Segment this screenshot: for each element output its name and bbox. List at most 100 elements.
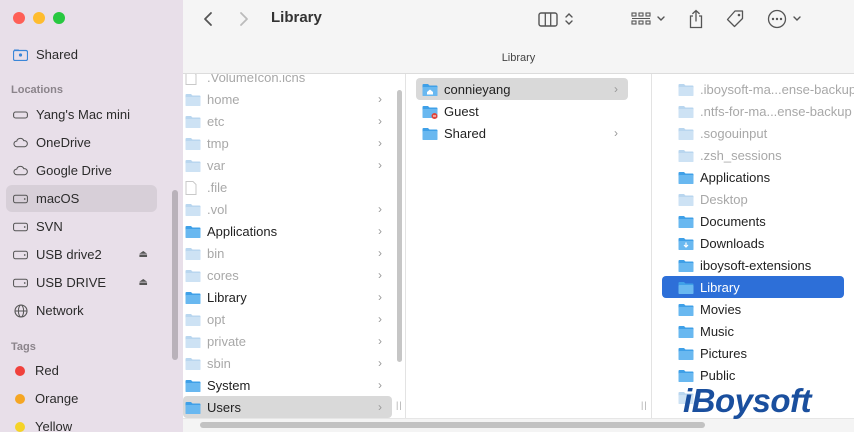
- sidebar-scrollbar[interactable]: [172, 190, 178, 360]
- sidebar-tag-orange[interactable]: Orange: [6, 385, 157, 412]
- sidebar-tag-yellow[interactable]: Yellow: [6, 413, 157, 432]
- file-icon: [185, 74, 201, 85]
- item-label: sbin: [207, 355, 231, 371]
- window-title: Library: [271, 9, 322, 26]
- chevron-right-icon: ›: [378, 312, 382, 326]
- list-item[interactable]: cores ›: [183, 264, 392, 286]
- list-item[interactable]: .file: [183, 176, 392, 198]
- folder-icon: [185, 401, 201, 414]
- back-button[interactable]: [203, 6, 213, 32]
- sidebar-item-google-drive[interactable]: Google Drive: [6, 157, 157, 184]
- list-item[interactable]: bin ›: [183, 242, 392, 264]
- item-label: var: [207, 157, 226, 173]
- list-item[interactable]: Music: [662, 320, 844, 342]
- folder-icon: [185, 137, 201, 150]
- list-item[interactable]: .vol ›: [183, 198, 392, 220]
- sidebar-item-yangs-mac-mini[interactable]: Yang's Mac mini: [6, 101, 157, 128]
- cloud-icon: [13, 135, 28, 150]
- list-item[interactable]: Library: [662, 276, 844, 298]
- sidebar-tag-red[interactable]: Red: [6, 357, 157, 384]
- list-item[interactable]: Shared ›: [416, 122, 628, 144]
- minimize-window-button[interactable]: [33, 12, 45, 24]
- list-item[interactable]: Applications ›: [183, 220, 392, 242]
- list-item[interactable]: private ›: [183, 330, 392, 352]
- locations-header: Locations: [11, 84, 63, 96]
- disk-icon: [13, 275, 28, 290]
- list-item[interactable]: System ›: [183, 374, 392, 396]
- chevron-right-icon: ›: [614, 82, 618, 96]
- list-item[interactable]: sbin ›: [183, 352, 392, 374]
- folder-icon: [185, 203, 201, 216]
- sidebar-item-onedrive[interactable]: OneDrive: [6, 129, 157, 156]
- sidebar-item-label: SVN: [36, 219, 63, 234]
- folder-icon: [185, 335, 201, 348]
- list-item[interactable]: .iboysoft-ma...ense-backup: [662, 78, 854, 100]
- share-button[interactable]: [688, 6, 704, 32]
- item-label: Users: [207, 399, 241, 415]
- list-item[interactable]: connieyang ›: [416, 78, 628, 100]
- horizontal-scrollbar[interactable]: [200, 422, 705, 428]
- sidebar-item-shared[interactable]: Shared: [6, 41, 157, 68]
- list-item[interactable]: Documents: [662, 210, 844, 232]
- list-item[interactable]: Downloads: [662, 232, 844, 254]
- list-item[interactable]: Guest: [416, 100, 628, 122]
- list-item[interactable]: .zsh_sessions: [662, 144, 844, 166]
- cloud-icon: [13, 163, 28, 178]
- sidebar-item-network[interactable]: Network: [6, 297, 157, 324]
- item-label: Documents: [700, 213, 766, 229]
- list-item[interactable]: .ntfs-for-ma...ense-backup: [662, 100, 852, 122]
- list-item[interactable]: var ›: [183, 154, 392, 176]
- list-item[interactable]: .VolumeIcon.icns: [183, 74, 392, 88]
- list-item[interactable]: iboysoft-extensions: [662, 254, 844, 276]
- item-label: Applications: [700, 169, 771, 185]
- sidebar-item-usb-drive[interactable]: USB DRIVE ⏏: [6, 269, 157, 296]
- list-item[interactable]: tmp ›: [183, 132, 392, 154]
- list-item[interactable]: Users ›: [183, 396, 392, 418]
- more-actions-button[interactable]: [767, 6, 802, 32]
- file-icon: [185, 180, 201, 195]
- group-button[interactable]: [631, 6, 666, 32]
- folder-icon: [678, 83, 694, 96]
- sidebar-item-label: Yellow: [35, 419, 73, 432]
- eject-icon[interactable]: ⏏: [139, 249, 148, 260]
- item-label: opt: [207, 311, 226, 327]
- list-item[interactable]: etc ›: [183, 110, 392, 132]
- folder-icon: [185, 115, 201, 128]
- list-item[interactable]: Applications: [662, 166, 844, 188]
- sidebar-item-macos[interactable]: macOS: [6, 185, 157, 212]
- sidebar-item-svn[interactable]: SVN: [6, 213, 157, 240]
- item-label: Movies: [700, 301, 742, 317]
- sidebar-item-label: Google Drive: [36, 163, 112, 178]
- globe-icon: [13, 303, 28, 318]
- list-item[interactable]: opt ›: [183, 308, 392, 330]
- list-item[interactable]: Library ›: [183, 286, 392, 308]
- item-label: Pictures: [700, 345, 747, 361]
- chevron-right-icon: ›: [378, 92, 382, 106]
- chevron-right-icon: ›: [378, 136, 382, 150]
- chevron-right-icon: ›: [378, 224, 382, 238]
- folder-icon: [678, 347, 694, 360]
- list-item[interactable]: Desktop: [662, 188, 844, 210]
- folder-icon: [185, 225, 201, 238]
- sidebar-item-usb-drive2[interactable]: USB drive2 ⏏: [6, 241, 157, 268]
- folder-icon: [678, 303, 694, 316]
- browser-column-root: .VolumeIcon.icns home › etc › tmp › var › .file .v…: [183, 74, 392, 418]
- list-item[interactable]: Movies: [662, 298, 844, 320]
- column-resize-handle[interactable]: ||: [641, 400, 648, 410]
- sidebar-item-label: Orange: [35, 391, 79, 406]
- column-scrollbar[interactable]: [397, 90, 402, 362]
- column-resize-handle[interactable]: ||: [396, 400, 403, 410]
- disk-icon: [13, 191, 28, 206]
- close-window-button[interactable]: [13, 12, 25, 24]
- list-item[interactable]: Pictures: [662, 342, 844, 364]
- eject-icon[interactable]: ⏏: [139, 277, 148, 288]
- item-label: Library: [207, 289, 247, 305]
- sidebar-item-label: Yang's Mac mini: [36, 107, 130, 122]
- list-item[interactable]: home ›: [183, 88, 392, 110]
- forward-button[interactable]: [239, 6, 249, 32]
- tag-button[interactable]: [725, 6, 745, 32]
- item-label: tmp: [207, 135, 229, 151]
- view-mode-button[interactable]: [538, 6, 574, 32]
- list-item[interactable]: .sogouinput: [662, 122, 844, 144]
- zoom-window-button[interactable]: [53, 12, 65, 24]
